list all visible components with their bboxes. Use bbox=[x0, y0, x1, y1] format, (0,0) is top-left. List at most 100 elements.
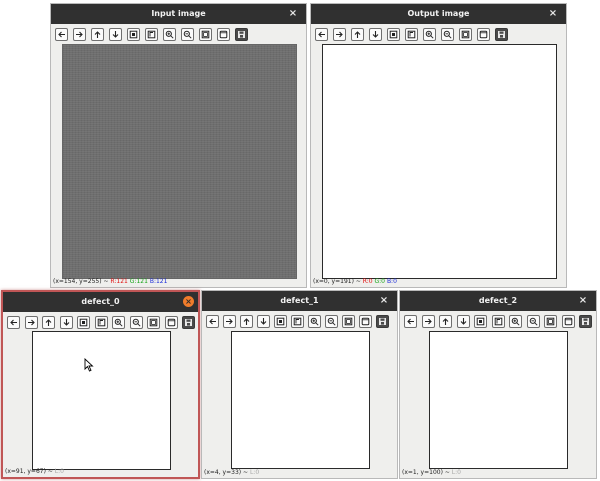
pan-up-button[interactable] bbox=[351, 28, 364, 41]
zoom-in-button[interactable] bbox=[112, 316, 125, 329]
copy-image-button[interactable] bbox=[459, 28, 472, 41]
output-image-window: Output image × (x=0, y=191) ~ R:0 G:0 B:… bbox=[310, 3, 567, 288]
pan-up-icon bbox=[243, 318, 250, 325]
zoom-fit-button[interactable] bbox=[77, 316, 90, 329]
pan-right-button[interactable] bbox=[73, 28, 86, 41]
zoom-out-button[interactable] bbox=[181, 28, 194, 41]
zoom-actual-icon bbox=[97, 318, 105, 327]
zoom-out-icon bbox=[132, 318, 141, 327]
pan-down-button[interactable] bbox=[257, 315, 270, 328]
properties-button[interactable] bbox=[561, 315, 575, 328]
zoom-fit-button[interactable] bbox=[127, 28, 140, 41]
zoom-actual-button[interactable] bbox=[291, 315, 304, 328]
copy-image-button[interactable] bbox=[342, 315, 355, 328]
properties-button[interactable] bbox=[477, 28, 490, 41]
zoom-fit-button[interactable] bbox=[387, 28, 400, 41]
close-icon[interactable]: × bbox=[577, 291, 589, 311]
zoom-out-button[interactable] bbox=[325, 315, 338, 328]
close-icon[interactable]: × bbox=[183, 296, 194, 307]
input-image-titlebar[interactable]: Input image × bbox=[51, 4, 306, 24]
pan-left-icon bbox=[58, 31, 65, 38]
zoom-fit-icon bbox=[129, 30, 138, 39]
zoom-in-button[interactable] bbox=[308, 315, 321, 328]
defect-2-titlebar[interactable]: defect_2 × bbox=[400, 291, 596, 311]
zoom-out-button[interactable] bbox=[441, 28, 454, 41]
pan-down-button[interactable] bbox=[456, 315, 470, 328]
zoom-actual-button[interactable] bbox=[94, 316, 108, 329]
zoom-in-button[interactable] bbox=[423, 28, 436, 41]
copy-image-button[interactable] bbox=[147, 316, 160, 329]
save-button[interactable] bbox=[182, 316, 195, 329]
pan-down-button[interactable] bbox=[59, 316, 73, 329]
zoom-in-button[interactable] bbox=[509, 315, 522, 328]
status-bar: (x=154, y=255) ~ R:121 G:121 B:121 bbox=[53, 277, 167, 286]
defect-1-canvas[interactable] bbox=[231, 331, 370, 469]
close-icon[interactable]: × bbox=[378, 291, 390, 311]
properties-button[interactable] bbox=[217, 28, 230, 41]
status-luminance-value: L:0 bbox=[54, 468, 64, 475]
zoom-fit-icon bbox=[276, 317, 285, 326]
zoom-actual-button[interactable] bbox=[405, 28, 418, 41]
properties-button[interactable] bbox=[164, 316, 178, 329]
pan-right-button[interactable] bbox=[421, 315, 435, 328]
pan-left-button[interactable] bbox=[315, 28, 328, 41]
pan-up-button[interactable] bbox=[91, 28, 104, 41]
zoom-actual-button[interactable] bbox=[491, 315, 505, 328]
zoom-out-button[interactable] bbox=[129, 316, 143, 329]
save-button[interactable] bbox=[235, 28, 248, 41]
zoom-fit-button[interactable] bbox=[274, 315, 287, 328]
copy-image-icon bbox=[149, 318, 158, 327]
properties-icon bbox=[479, 30, 488, 39]
defect-2-canvas[interactable] bbox=[429, 331, 568, 469]
status-coordinates: (x=154, y=255) ~ bbox=[53, 278, 111, 285]
pan-right-button[interactable] bbox=[24, 316, 38, 329]
copy-image-icon bbox=[201, 30, 210, 39]
pan-right-button[interactable] bbox=[333, 28, 346, 41]
pan-left-icon bbox=[209, 318, 216, 325]
defect-0-canvas[interactable] bbox=[32, 331, 171, 470]
close-icon[interactable]: × bbox=[287, 4, 299, 24]
zoom-out-icon bbox=[529, 317, 538, 326]
output-image-canvas[interactable] bbox=[322, 44, 557, 279]
save-button[interactable] bbox=[376, 315, 389, 328]
output-image-titlebar[interactable]: Output image × bbox=[311, 4, 566, 24]
copy-image-button[interactable] bbox=[199, 28, 212, 41]
zoom-in-icon bbox=[310, 317, 319, 326]
zoom-out-icon bbox=[443, 30, 452, 39]
zoom-fit-button[interactable] bbox=[474, 315, 487, 328]
zoom-actual-button[interactable] bbox=[145, 28, 158, 41]
defect-1-titlebar[interactable]: defect_1 × bbox=[202, 291, 397, 311]
zoom-fit-icon bbox=[79, 318, 88, 327]
input-image-canvas[interactable] bbox=[62, 44, 297, 279]
pan-down-button[interactable] bbox=[109, 28, 122, 41]
status-coordinates: (x=91, y=67) ~ bbox=[5, 468, 55, 475]
window-title: defect_1 bbox=[280, 296, 319, 305]
pan-up-button[interactable] bbox=[240, 315, 253, 328]
pan-right-icon bbox=[76, 31, 83, 38]
close-icon[interactable]: × bbox=[547, 4, 559, 24]
status-coordinates: (x=1, y=100) ~ bbox=[402, 469, 452, 476]
pan-right-icon bbox=[27, 319, 35, 326]
pan-right-button[interactable] bbox=[223, 315, 236, 328]
copy-image-button[interactable] bbox=[544, 315, 557, 328]
pan-left-button[interactable] bbox=[55, 28, 68, 41]
pan-down-button[interactable] bbox=[369, 28, 382, 41]
zoom-out-button[interactable] bbox=[526, 315, 540, 328]
pan-up-icon bbox=[45, 319, 52, 326]
pan-left-button[interactable] bbox=[7, 316, 20, 329]
defect-0-titlebar[interactable]: defect_0 × bbox=[3, 292, 198, 312]
save-button[interactable] bbox=[579, 315, 592, 328]
pan-left-button[interactable] bbox=[206, 315, 219, 328]
save-button[interactable] bbox=[495, 28, 508, 41]
properties-button[interactable] bbox=[359, 315, 372, 328]
pan-up-button[interactable] bbox=[42, 316, 55, 329]
status-luminance-value: L:0 bbox=[249, 469, 260, 476]
copy-image-icon bbox=[344, 317, 353, 326]
zoom-in-button[interactable] bbox=[163, 28, 176, 41]
pan-up-button[interactable] bbox=[439, 315, 452, 328]
pan-down-icon bbox=[260, 318, 267, 325]
defect-1-window: defect_1 × (x=4, y=33) ~ L:0 bbox=[201, 290, 398, 479]
zoom-actual-icon bbox=[494, 317, 502, 326]
zoom-in-icon bbox=[425, 30, 434, 39]
pan-left-button[interactable] bbox=[404, 315, 417, 328]
